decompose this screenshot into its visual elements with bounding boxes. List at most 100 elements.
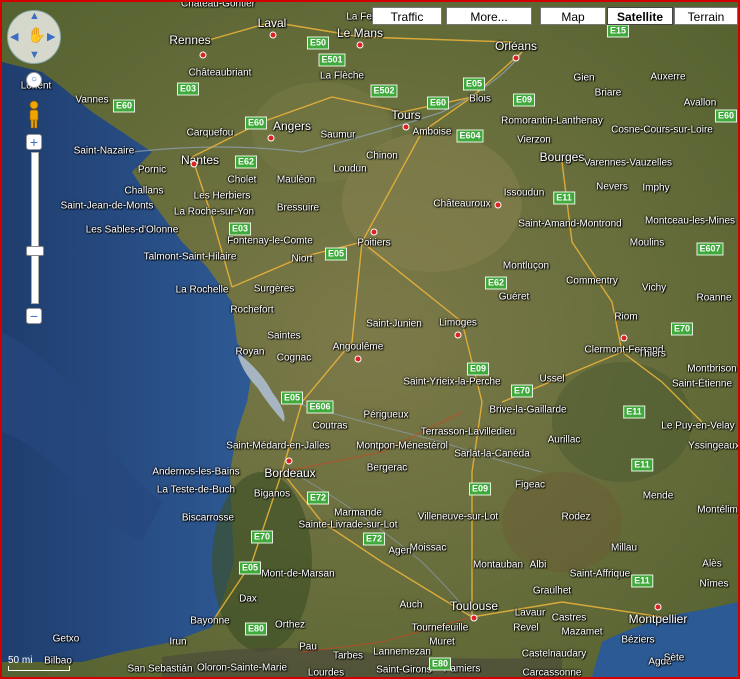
place-label: Montbrison: [687, 363, 737, 375]
map-type-satellite-button[interactable]: Satellite: [607, 7, 673, 25]
place-label: Alès: [702, 558, 722, 570]
place-label: La Flèche: [320, 70, 364, 82]
place-label: Montpon-Ménestérol: [356, 440, 448, 452]
city-label: Angoulême: [332, 341, 384, 353]
city-marker: [512, 54, 520, 62]
place-label: Tarbes: [332, 650, 364, 662]
place-label: Chinon: [366, 150, 398, 162]
satellite-map[interactable]: Rennes Laval Le Mans Orléans Vannes Lori…: [0, 0, 740, 679]
place-label: Cognac: [276, 352, 312, 364]
place-label: Rochefort: [230, 304, 274, 316]
road-shield: E604: [456, 129, 484, 143]
place-label: Vichy: [641, 282, 667, 294]
place-label: Oloron-Sainte-Marie: [196, 662, 288, 674]
place-label: Les Sables-d'Olonne: [85, 224, 179, 236]
place-label: Imphy: [642, 182, 670, 194]
city-label: Rodez: [561, 511, 591, 523]
city-marker: [267, 134, 275, 142]
city-marker: [454, 331, 462, 339]
road-shield: E607: [696, 242, 724, 256]
place-label: Saint-Junien: [366, 318, 422, 330]
scale-bar: 50 mi: [8, 655, 70, 671]
street-view-pegman-icon[interactable]: [26, 100, 42, 130]
place-label: Lourdes: [307, 667, 345, 679]
place-label: Marmande: [334, 507, 382, 519]
road-shield: E72: [362, 532, 386, 546]
zoom-slider-track[interactable]: [31, 152, 39, 304]
zoom-out-button[interactable]: −: [26, 308, 42, 324]
city-label: Nantes: [180, 153, 220, 167]
place-label: Les Herbiers: [193, 190, 251, 202]
city-label: Le Mans: [336, 26, 384, 40]
place-label: Terrasson-Lavilledieu: [420, 426, 516, 438]
city-label: Villeneuve-sur-Lot: [417, 511, 499, 523]
place-label: Saint-Médard-en-Jalles: [226, 440, 330, 452]
place-label: Saint-Jean-de-Monts: [60, 200, 154, 212]
pan-control[interactable]: ▲ ▼ ◀ ▶ ✋: [7, 10, 61, 64]
place-label: Fontenay-le-Comte: [227, 235, 313, 247]
road-shield: E11: [623, 405, 645, 419]
road-shield: E05: [462, 77, 486, 91]
road-shield: E03: [228, 222, 252, 236]
city-label: Tours: [391, 108, 421, 122]
road-shield: E62: [484, 276, 508, 290]
place-label: Saint-Girons: [376, 664, 432, 676]
road-shield: E502: [370, 84, 398, 98]
map-type-terrain-button[interactable]: Terrain: [674, 7, 738, 25]
city-label: Poitiers: [357, 237, 391, 249]
place-label: Talmont-Saint-Hilaire: [143, 251, 237, 263]
place-label: Auch: [399, 599, 423, 611]
city-label: Saint-Nazaire: [73, 145, 135, 157]
road-shield: E62: [234, 155, 258, 169]
city-label: Brive-la-Gaillarde: [489, 404, 567, 416]
place-label: Saumur: [320, 129, 356, 141]
place-label: Varennes-Vauzelles: [583, 157, 673, 169]
place-label: Loudun: [333, 163, 367, 175]
place-label: Lannemezan: [373, 646, 431, 658]
zoom-out-small-icon[interactable]: ○: [26, 72, 42, 88]
place-label: Montceau-les-Mines: [644, 215, 736, 227]
place-label: Moulins: [629, 237, 665, 249]
road-shield: E03: [176, 82, 200, 96]
city-marker: [190, 160, 198, 168]
traffic-button[interactable]: Traffic: [372, 7, 442, 25]
place-label: Revel: [513, 622, 539, 634]
zoom-in-button[interactable]: +: [26, 134, 42, 150]
zoom-slider-handle[interactable]: [26, 246, 44, 256]
map-type-map-button[interactable]: Map: [540, 7, 606, 25]
city-label: Castres: [551, 612, 587, 624]
city-label: Millau: [610, 542, 638, 554]
city-label: Limoges: [439, 317, 477, 329]
scale-bar-line: [8, 666, 70, 671]
more-button[interactable]: More...: [446, 7, 532, 25]
city-label: Aurillac: [547, 434, 581, 446]
place-label: Pornic: [137, 164, 167, 176]
place-label: San Sebastián: [127, 663, 193, 675]
city-label: Nîmes: [699, 578, 729, 590]
city-marker: [356, 41, 364, 49]
place-label: Moissac: [409, 542, 447, 554]
place-label: Châteaubriant: [188, 67, 252, 79]
road-shield: E60: [426, 96, 450, 110]
city-label: Albi: [529, 559, 547, 571]
city-label: Orléans: [494, 39, 538, 53]
pan-up-icon[interactable]: ▲: [29, 10, 40, 22]
place-label: Briare: [594, 87, 622, 99]
city-label: Béziers: [621, 634, 655, 646]
pan-right-icon[interactable]: ▶: [47, 30, 55, 43]
city-label: Toulouse: [449, 599, 499, 613]
city-marker: [285, 457, 293, 465]
pan-left-icon[interactable]: ◀: [10, 30, 18, 43]
place-label: Montluçon: [502, 260, 550, 272]
place-label: Mauléon: [276, 174, 316, 186]
place-label: Château-Gontier: [181, 0, 255, 10]
road-shield: E60: [112, 99, 136, 113]
city-marker: [354, 355, 362, 363]
city-marker: [470, 614, 478, 622]
road-shield: E09: [466, 362, 490, 376]
city-label: Montpellier: [628, 612, 688, 626]
place-label: Guéret: [498, 291, 530, 303]
pan-down-icon[interactable]: ▼: [29, 49, 40, 61]
place-label: Commentry: [566, 275, 618, 287]
place-label: Saintes: [267, 330, 301, 342]
